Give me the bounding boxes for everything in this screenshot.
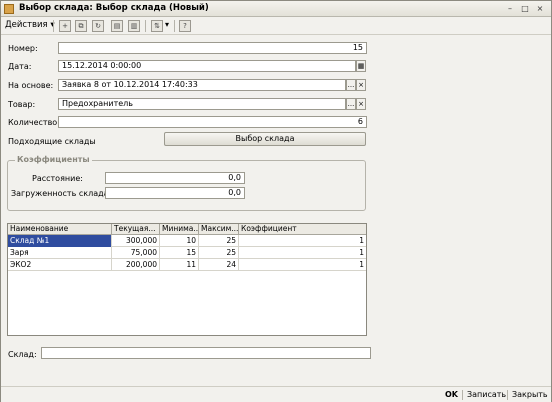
basis-clear-button[interactable]: × — [356, 79, 366, 91]
calendar-icon[interactable]: ▦ — [356, 60, 366, 72]
cell-max[interactable]: 25 — [199, 235, 239, 247]
actions-menu[interactable]: Действия ▾ — [5, 20, 55, 30]
save-button[interactable]: Записать — [467, 390, 506, 399]
table-row[interactable]: ЭКО2 200,000 11 24 1 — [8, 259, 366, 271]
column-header-name[interactable]: Наименование — [8, 224, 112, 235]
cell-name[interactable]: Заря — [8, 247, 112, 259]
cell-max[interactable]: 24 — [199, 259, 239, 271]
toolbar-separator — [53, 20, 54, 32]
product-field[interactable]: Предохранитель — [58, 98, 346, 110]
actions-label: Действия — [5, 20, 48, 30]
window-title: Выбор склада: Выбор склада (Новый) — [19, 3, 209, 13]
form-window: Выбор склада: Выбор склада (Новый) – □ ×… — [0, 0, 552, 402]
column-header-max[interactable]: Максим... — [199, 224, 239, 235]
quantity-label: Количество: — [8, 118, 60, 127]
chevron-down-icon[interactable]: ▾ — [165, 20, 169, 29]
table-row[interactable]: Склад №1 300,000 10 25 1 — [8, 235, 366, 247]
warehouse-field[interactable] — [41, 347, 371, 359]
basis-label: На основе: — [8, 81, 54, 90]
column-header-coefficient[interactable]: Коэффициент — [239, 224, 366, 235]
cell-current[interactable]: 300,000 — [112, 235, 160, 247]
close-button[interactable]: Закрыть — [512, 390, 548, 399]
unpost-document-icon[interactable]: ▥ — [128, 20, 140, 32]
ok-button[interactable]: OK — [445, 390, 458, 399]
maximize-button[interactable]: □ — [519, 3, 531, 14]
cell-max[interactable]: 25 — [199, 247, 239, 259]
column-header-current[interactable]: Текущая... — [112, 224, 160, 235]
number-label: Номер: — [8, 44, 38, 53]
refresh-icon[interactable]: ↻ — [92, 20, 104, 32]
add-icon[interactable]: + — [59, 20, 71, 32]
cell-coefficient[interactable]: 1 — [239, 259, 366, 271]
suitable-warehouses-label: Подходящие склады — [8, 137, 96, 146]
cell-min[interactable]: 10 — [160, 235, 199, 247]
cell-name[interactable]: Склад №1 — [8, 235, 112, 247]
cell-name[interactable]: ЭКО2 — [8, 259, 112, 271]
footer-separator — [462, 390, 463, 400]
cell-current[interactable]: 75,000 — [112, 247, 160, 259]
toolbar-separator — [145, 20, 146, 32]
copy-icon[interactable]: ⧉ — [75, 20, 87, 32]
basis-field[interactable]: Заявка 8 от 10.12.2014 17:40:33 — [58, 79, 346, 91]
footer-separator — [507, 390, 508, 400]
basis-select-button[interactable]: ... — [346, 79, 356, 91]
cell-min[interactable]: 15 — [160, 247, 199, 259]
date-field[interactable]: 15.12.2014 0:00:00 — [58, 60, 356, 72]
cell-min[interactable]: 11 — [160, 259, 199, 271]
cell-coefficient[interactable]: 1 — [239, 235, 366, 247]
close-window-button[interactable]: × — [534, 3, 546, 14]
minimize-button[interactable]: – — [504, 3, 516, 14]
date-label: Дата: — [8, 62, 32, 71]
title-bar: Выбор склада: Выбор склада (Новый) – □ × — [1, 1, 551, 17]
toolbar: Действия ▾ + ⧉ ↻ ▤ ▥ ⇅ ▾ ? — [1, 17, 551, 35]
select-warehouse-button[interactable]: Выбор склада — [164, 132, 366, 146]
footer-bar: OK Записать Закрыть — [1, 386, 551, 402]
warehouses-table[interactable]: Наименование Текущая... Минима... Максим… — [7, 223, 367, 336]
product-clear-button[interactable]: × — [356, 98, 366, 110]
post-document-icon[interactable]: ▤ — [111, 20, 123, 32]
coefficients-title: Коэффициенты — [15, 155, 92, 164]
warehouse-load-field[interactable]: 0,0 — [105, 187, 245, 199]
table-header: Наименование Текущая... Минима... Максим… — [8, 224, 366, 235]
warehouse-label: Склад: — [8, 350, 37, 359]
cell-current[interactable]: 200,000 — [112, 259, 160, 271]
product-label: Товар: — [8, 100, 36, 109]
toolbar-separator — [174, 20, 175, 32]
distance-field[interactable]: 0,0 — [105, 172, 245, 184]
number-field[interactable]: 15 — [58, 42, 367, 54]
product-select-button[interactable]: ... — [346, 98, 356, 110]
form-icon — [4, 4, 14, 14]
coefficients-group — [7, 160, 366, 211]
cell-coefficient[interactable]: 1 — [239, 247, 366, 259]
distance-label: Расстояние: — [32, 174, 83, 183]
help-icon[interactable]: ? — [179, 20, 191, 32]
column-header-min[interactable]: Минима... — [160, 224, 199, 235]
table-row[interactable]: Заря 75,000 15 25 1 — [8, 247, 366, 259]
quantity-field[interactable]: 6 — [58, 116, 367, 128]
warehouse-load-label: Загруженность склада: — [11, 189, 112, 198]
structure-icon[interactable]: ⇅ — [151, 20, 163, 32]
